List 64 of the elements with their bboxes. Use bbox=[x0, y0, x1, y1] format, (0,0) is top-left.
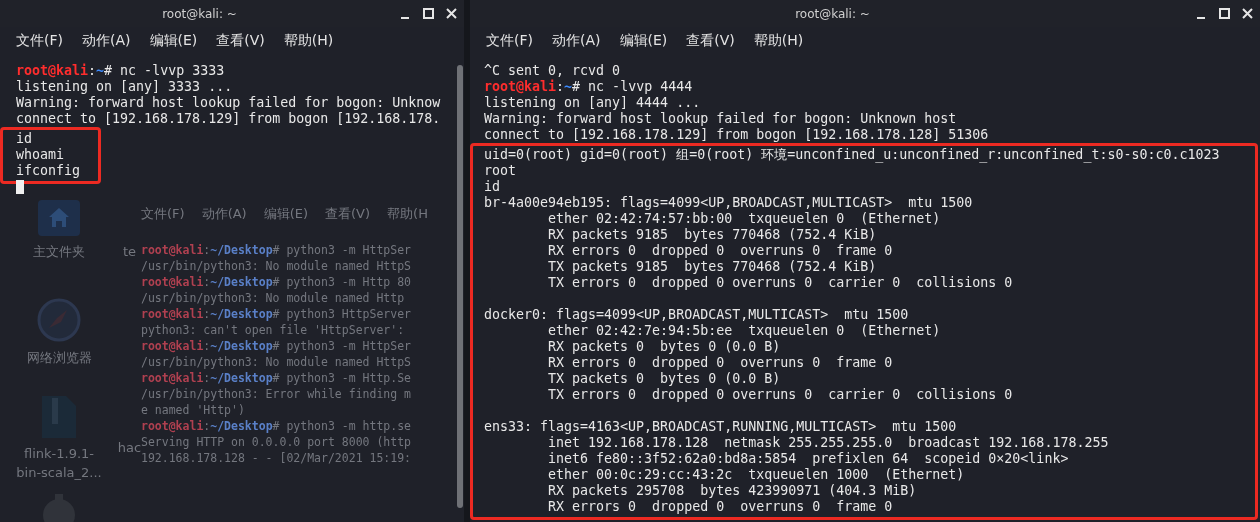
menu-item[interactable]: 帮助(H) bbox=[283, 32, 334, 50]
terminal-line: inet6 fe80::3f52:62a0:bd8a:5854 prefixlen 64 scopeid 0×20<link> bbox=[547, 451, 1070, 467]
terminal-line: inet 192.168.178.128 netmask 255.255.255.0 broadcast 192.168.178.255 bbox=[547, 435, 1110, 451]
menu-item[interactable]: 帮助(H) bbox=[753, 32, 804, 50]
terminal-line: /usr/bin/python3: No module named HttpS bbox=[141, 354, 413, 370]
terminal-line: TX packets 9185 bytes 770468 (752.4 KiB) bbox=[547, 259, 878, 275]
terminal-line: RX errors 0 dropped 0 overruns 0 frame 0 bbox=[547, 499, 894, 515]
terminal-line: /usr/bin/python3: No module named HttpS bbox=[141, 258, 413, 274]
menu-item[interactable]: 编辑(E) bbox=[619, 32, 668, 50]
terminal-line: TX errors 0 dropped 0 overruns 0 carrier 0 collisions 0 bbox=[547, 275, 1014, 291]
terminal-line: uid=0(root) gid=0(root) 组=0(root) 环境=unconfined_u:unconfined_r:unconfined_t:s0-s0:c0.c1023 bbox=[484, 147, 1221, 163]
terminal-line: RX packets 0 bytes 0 (0.0 B) bbox=[547, 339, 782, 355]
desktop-icon-label[interactable]: 主文件夹 bbox=[15, 242, 103, 261]
terminal-line: root@kali:~/Desktop# python3 -m Http 80 bbox=[141, 274, 413, 290]
terminal-line: /usr/bin/python3: Error while finding m bbox=[141, 386, 413, 402]
terminal-line: root@kali:~/Desktop# python3 -m HttpSer bbox=[141, 338, 413, 354]
menu-item[interactable]: 查看(V) bbox=[216, 32, 265, 50]
desktop-icon-label[interactable]: flink-1.9.1-bin-scala_2... bbox=[15, 444, 103, 482]
terminal-line: root@kali:~# nc -lvvp 3333 bbox=[16, 63, 226, 79]
terminal-line: root@kali:~# nc -lvvp 4444 bbox=[484, 79, 694, 95]
desktop-icon-label[interactable]: 网络浏览器 bbox=[15, 348, 103, 367]
terminal-line: /usr/bin/python3: No module named Http bbox=[141, 290, 406, 306]
menu-item[interactable]: 查看(V) bbox=[686, 32, 735, 50]
terminal-line: docker0: flags=4099<UP,BROADCAST,MULTICAST> mtu 1500 bbox=[484, 307, 910, 323]
terminal-line: root@kali:~/Desktop# python3 -m HttpSer bbox=[141, 242, 413, 258]
terminal-line: ether 02:42:7e:94:5b:ee txqueuelen 0 (Ethernet) bbox=[547, 323, 942, 339]
terminal-line: RX errors 0 dropped 0 overruns 0 frame 0 bbox=[547, 243, 894, 259]
terminal-line: listening on [any] 4444 ... bbox=[484, 95, 702, 111]
terminal-line: connect to [192.168.178.129] from bogon [192.168.178. bbox=[16, 111, 442, 127]
window-title: root@kali: ~ bbox=[794, 6, 871, 21]
terminal-line: ens33: flags=4163<UP,BROADCAST,RUNNING,MULTICAST> mtu 1500 bbox=[484, 419, 958, 435]
terminal-line: ifconfig bbox=[16, 163, 81, 179]
terminal-line: ether 00:0c:29:cc:43:2c txqueuelen 1000 (Ethernet) bbox=[547, 467, 966, 483]
terminal-line: Warning: forward host lookup failed for bogon: Unknow bbox=[16, 95, 442, 111]
menu-item[interactable]: 动作(A) bbox=[552, 32, 601, 50]
terminal-line: ether 02:42:74:57:bb:00 txqueuelen 0 (Ethernet) bbox=[547, 211, 942, 227]
terminal-line: root@kali:~/Desktop# python3 HttpServer bbox=[141, 306, 413, 322]
menu-item[interactable]: 文件(F) bbox=[16, 32, 63, 50]
menu-item[interactable]: 编辑(E) bbox=[149, 32, 198, 50]
terminal-line: ^C sent 0, rcvd 0 bbox=[484, 63, 622, 79]
window-title: root@kali: ~ bbox=[161, 6, 238, 21]
terminal-line: e named 'Http') bbox=[141, 402, 246, 418]
terminal-line: id bbox=[484, 179, 501, 195]
terminal-line: RX packets 295708 bytes 423990971 (404.3 MiB) bbox=[547, 483, 918, 499]
terminal-line: id bbox=[16, 131, 33, 147]
terminal-line: TX packets 0 bytes 0 (0.0 B) bbox=[547, 371, 782, 387]
desktop-icon-label[interactable]: te bbox=[122, 242, 137, 261]
menu-item[interactable]: 文件(F) bbox=[486, 32, 533, 50]
terminal-line: br-4a00e94eb195: flags=4099<UP,BROADCAST,MULTICAST> mtu 1500 bbox=[484, 195, 974, 211]
desktop-icon-label[interactable]: hac bbox=[118, 438, 141, 457]
terminal-line: root bbox=[484, 163, 518, 179]
terminal-line: root@kali:~/Desktop# python3 -m http.se bbox=[141, 418, 413, 434]
terminal-line: python3: can't open file 'HttpServer': bbox=[141, 322, 406, 338]
terminal-line: RX packets 9185 bytes 770468 (752.4 KiB) bbox=[547, 227, 878, 243]
terminal-line: root@kali:~/Desktop# python3 -m Http.Se bbox=[141, 370, 413, 386]
terminal-line: connect to [192.168.178.129] from bogon [192.168.178.128] 51306 bbox=[484, 127, 990, 143]
terminal-line: RX errors 0 dropped 0 overruns 0 frame 0 bbox=[547, 355, 894, 371]
terminal-line: whoami bbox=[16, 147, 66, 163]
terminal-line: listening on [any] 3333 ... bbox=[16, 79, 234, 95]
terminal-line: 192.168.178.128 - - [02/Mar/2021 15:19: bbox=[141, 450, 413, 466]
terminal-line: TX errors 0 dropped 0 overruns 0 carrier 0 collisions 0 bbox=[547, 387, 1014, 403]
terminal-line: Warning: forward host lookup failed for bogon: Unknown host bbox=[484, 111, 958, 127]
menu-item[interactable]: 动作(A) bbox=[82, 32, 131, 50]
terminal-line: Serving HTTP on 0.0.0.0 port 8000 (http bbox=[141, 434, 413, 449]
